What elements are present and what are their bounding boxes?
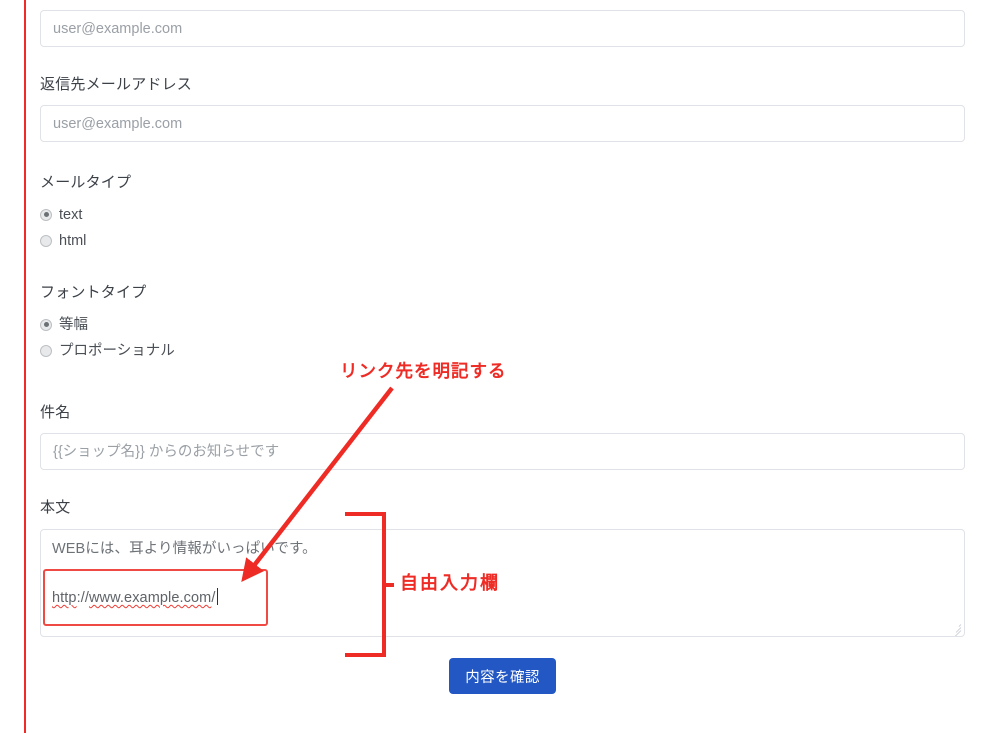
body-text-line-1: WEBには、耳より情報がいっぱいです。 [52,541,317,557]
font-type-label: フォントタイプ [40,284,147,301]
subject-label: 件名 [40,404,71,421]
confirm-button[interactable]: 内容を確認 [449,658,556,694]
left-red-rule [24,0,26,733]
field-mail-type: メールタイプ text html [40,173,131,251]
field-sender-email [40,10,965,47]
field-reply-to-email: 返信先メールアドレス [40,75,965,142]
sender-email-input[interactable] [40,10,965,47]
reply-to-email-label: 返信先メールアドレス [40,76,193,93]
reply-to-email-input[interactable] [40,105,965,142]
field-body: 本文 [40,498,70,518]
subject-input[interactable] [40,433,965,470]
field-subject: 件名 [40,403,965,470]
url-highlight-box [43,569,268,626]
radio-option-fonttype-monospace[interactable]: 等幅 [40,314,175,335]
radio-icon[interactable] [40,234,52,247]
radio-label: text [59,206,83,223]
radio-option-fonttype-proportional[interactable]: プロポーショナル [40,340,175,361]
radio-option-mailtype-html[interactable]: html [40,230,131,251]
radio-icon[interactable] [40,318,52,331]
radio-label: プロポーショナル [59,342,175,359]
resize-handle-icon[interactable] [950,622,962,636]
mail-type-label: メールタイプ [40,174,132,191]
radio-icon[interactable] [40,344,52,357]
radio-icon[interactable] [40,208,52,221]
field-font-type: フォントタイプ 等幅 プロポーショナル [40,283,175,361]
radio-label: 等幅 [59,316,88,333]
annotation-link-note: リンク先を明記する [340,361,507,381]
body-label: 本文 [40,499,71,516]
radio-option-mailtype-text[interactable]: text [40,204,131,225]
radio-label: html [59,232,87,249]
page-root: 返信先メールアドレス メールタイプ text html フォントタイプ [0,0,1000,733]
